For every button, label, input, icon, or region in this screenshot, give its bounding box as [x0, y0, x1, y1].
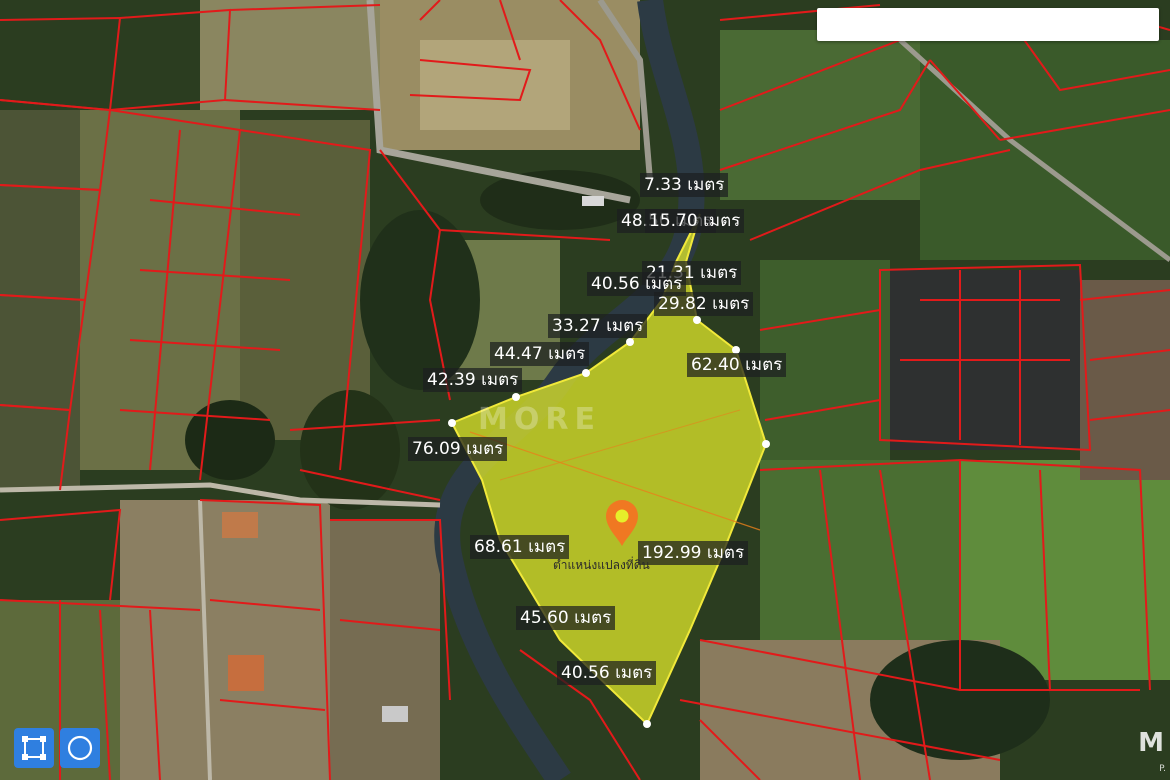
measurement-label: 15.70 เมตร: [645, 209, 745, 233]
vertex-marker[interactable]: [643, 720, 651, 728]
measurement-label: 40.56 เมตร: [557, 661, 657, 685]
measurement-label: 45.60 เมตร: [516, 606, 616, 630]
vertex-marker[interactable]: [762, 440, 770, 448]
watermark-text: MORE: [478, 402, 601, 437]
draw-circle-button[interactable]: [60, 728, 100, 768]
measurement-label: 33.27 เมตร: [548, 314, 648, 338]
brand-logo-subtext: P.: [1159, 764, 1166, 774]
pin-caption: ตำแหน่งแปลงที่ดิน: [553, 558, 650, 572]
measurement-label: 29.82 เมตร: [654, 292, 754, 316]
measurement-label: 192.99 เมตร: [638, 541, 749, 565]
measurement-label: 44.47 เมตร: [490, 342, 590, 366]
measurement-label: 7.33 เมตร: [640, 173, 729, 197]
vertex-marker[interactable]: [448, 419, 456, 427]
square-select-icon: [22, 736, 46, 760]
circle-icon: [67, 735, 93, 761]
measurement-label: 76.09 เมตร: [408, 437, 508, 461]
measurement-label: 42.39 เมตร: [423, 368, 523, 392]
draw-rectangle-button[interactable]: [14, 728, 54, 768]
vertex-marker[interactable]: [693, 316, 701, 324]
map-canvas[interactable]: MORE 7.33 เมตร 48.50 เมตร 15.70 เมตร 21.…: [0, 0, 1170, 780]
search-input[interactable]: [817, 8, 1159, 41]
brand-logo: M: [1138, 728, 1164, 758]
vertex-marker[interactable]: [512, 393, 520, 401]
measurement-label: 62.40 เมตร: [687, 353, 787, 377]
vertex-marker[interactable]: [582, 369, 590, 377]
vertex-marker[interactable]: [626, 338, 634, 346]
